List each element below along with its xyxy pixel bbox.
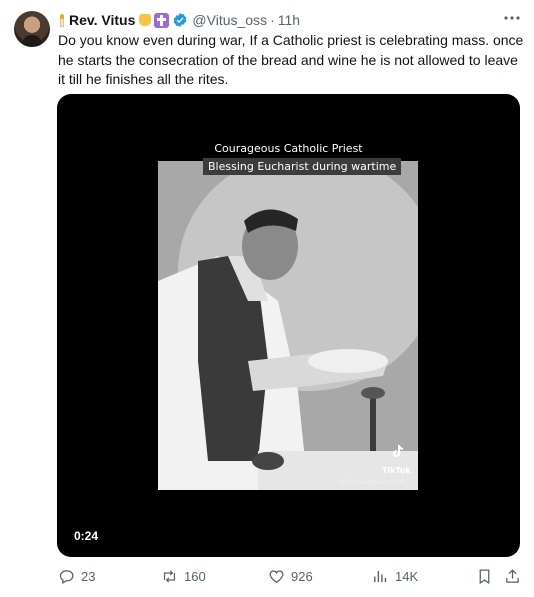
share-button[interactable] <box>504 568 527 585</box>
like-count: 926 <box>291 569 313 584</box>
views-icon <box>374 570 387 583</box>
views-button[interactable]: 14K <box>372 568 418 585</box>
reply-button[interactable]: 23 <box>58 568 95 585</box>
author-name[interactable]: Rev. Vitus <box>69 12 135 28</box>
repost-icon <box>163 570 176 583</box>
reply-count: 23 <box>81 569 96 584</box>
separator-dot: · <box>270 12 275 28</box>
repost-button[interactable]: 160 <box>161 568 206 585</box>
tiktok-logo-icon <box>393 445 403 457</box>
like-icon <box>269 570 284 583</box>
video-player[interactable]: Courageous Catholic Priest Blessing Euch… <box>57 94 520 557</box>
reply-icon <box>59 570 74 585</box>
repost-count: 160 <box>184 569 206 584</box>
action-bar: 23 160 926 14K <box>0 568 534 588</box>
bookmark-button[interactable] <box>476 568 499 585</box>
verified-badge-icon[interactable] <box>172 12 188 28</box>
tweet-text: Do you know even during war, If a Cathol… <box>58 32 528 87</box>
author-handle[interactable]: @Vitus_oss <box>192 12 267 28</box>
like-button[interactable]: 926 <box>268 568 313 585</box>
tweet-header: Rev. Vitus @Vitus_oss · 11h <box>58 11 300 29</box>
video-caption-line2: Blessing Eucharist during wartime <box>203 158 402 175</box>
bookmark-icon <box>479 569 490 585</box>
more-icon[interactable] <box>503 9 521 32</box>
post-timestamp[interactable]: 11h <box>278 12 300 28</box>
share-icon <box>506 569 519 583</box>
tweet[interactable]: Rev. Vitus @Vitus_oss · 11h Do you know … <box>0 0 534 597</box>
cross-icon <box>154 12 170 28</box>
candle-icon <box>58 13 66 27</box>
tiktok-watermark: TikTok <box>382 466 411 475</box>
praying-hands-icon <box>139 14 152 26</box>
video-duration: 0:24 <box>74 529 99 543</box>
video-frame <box>158 161 418 490</box>
views-count: 14K <box>395 569 419 584</box>
tiktok-username: @christiangangster01 <box>339 479 406 486</box>
video-caption-line1: Courageous Catholic Priest <box>214 142 363 155</box>
author-avatar[interactable] <box>14 11 50 47</box>
